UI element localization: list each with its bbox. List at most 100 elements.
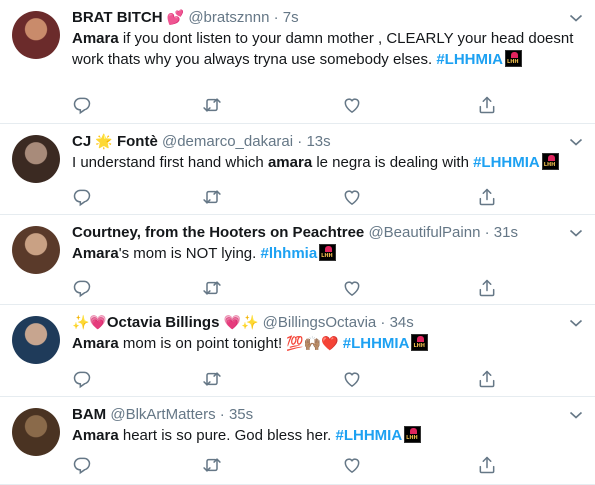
display-name[interactable]: BRAT BITCH bbox=[72, 9, 163, 26]
separator-dot: · bbox=[273, 9, 279, 26]
tweet-text: Amara heart is so pure. God bless her. #… bbox=[72, 425, 577, 446]
tweet-header: Courtney, from the Hooters on Peachtree … bbox=[72, 223, 518, 243]
badge-text: LHH bbox=[507, 59, 519, 65]
text-segment: Amara bbox=[72, 30, 119, 47]
text-segment: Amara bbox=[72, 427, 119, 444]
hashtag-link[interactable]: #lhhmia bbox=[260, 245, 317, 262]
timestamp[interactable]: 13s bbox=[306, 133, 330, 150]
heart-icon bbox=[417, 336, 425, 342]
hashtag-link[interactable]: #LHHMIA bbox=[343, 335, 410, 352]
user-handle[interactable]: @bratsznnn bbox=[188, 9, 269, 26]
like-icon[interactable] bbox=[342, 187, 362, 207]
avatar[interactable] bbox=[12, 316, 60, 364]
tweet-text: I understand first hand which amara le n… bbox=[72, 152, 577, 173]
share-icon[interactable] bbox=[477, 369, 497, 389]
tweet[interactable]: CJ 🌟 Fontè @demarco_dakarai · 13s I under… bbox=[0, 124, 595, 215]
like-icon[interactable] bbox=[342, 369, 362, 389]
tweet[interactable]: ✨💗Octavia Billings 💗✨ @BillingsOctavia ·… bbox=[0, 305, 595, 397]
hashtag-link[interactable]: #LHHMIA bbox=[436, 51, 503, 68]
timestamp[interactable]: 35s bbox=[229, 406, 253, 423]
retweet-icon[interactable] bbox=[202, 187, 222, 207]
timestamp[interactable]: 34s bbox=[390, 314, 414, 331]
tweet-actions bbox=[72, 278, 512, 298]
timestamp[interactable]: 7s bbox=[283, 9, 299, 26]
share-icon[interactable] bbox=[477, 187, 497, 207]
share-icon[interactable] bbox=[477, 455, 497, 475]
tweet-header: BAM @BlkArtMatters · 35s bbox=[72, 405, 253, 425]
like-icon[interactable] bbox=[342, 95, 362, 115]
name-emoji: ✨💗 bbox=[72, 315, 107, 331]
separator-dot: · bbox=[380, 314, 386, 331]
text-segment: amara bbox=[267, 154, 313, 171]
lhh-badge-icon: LHH bbox=[319, 244, 337, 261]
lhh-badge-icon: LHH bbox=[505, 50, 523, 67]
display-name[interactable]: BAM bbox=[72, 406, 106, 423]
name-emoji: 💗✨ bbox=[223, 315, 259, 331]
lhh-badge-icon: LHH bbox=[541, 153, 559, 170]
tweet-text: Amara mom is on point tonight! 💯🙌🏽❤️ #LH… bbox=[72, 333, 577, 355]
text-segment: le negra is dealing with bbox=[312, 154, 474, 171]
retweet-icon[interactable] bbox=[202, 278, 222, 298]
reply-icon[interactable] bbox=[72, 369, 92, 389]
separator-dot: · bbox=[219, 406, 225, 423]
share-icon[interactable] bbox=[477, 95, 497, 115]
reply-icon[interactable] bbox=[72, 187, 92, 207]
chevron-down-icon[interactable] bbox=[569, 225, 583, 237]
heart-icon bbox=[511, 52, 519, 58]
badge-text: LHH bbox=[321, 253, 333, 259]
hashtag-link[interactable]: #LHHMIA bbox=[473, 154, 540, 171]
tweet[interactable]: BRAT BITCH 💕 @bratsznnn · 7s Amara if you… bbox=[0, 0, 595, 124]
retweet-icon[interactable] bbox=[202, 455, 222, 475]
share-icon[interactable] bbox=[477, 278, 497, 298]
reply-icon[interactable] bbox=[72, 278, 92, 298]
chevron-down-icon[interactable] bbox=[569, 134, 583, 146]
tweet-text: Amara's mom is NOT lying. #lhhmia LHH bbox=[72, 243, 577, 264]
heart-icon bbox=[410, 428, 418, 434]
badge-text: LHH bbox=[413, 343, 425, 349]
chevron-down-icon[interactable] bbox=[569, 315, 583, 327]
retweet-icon[interactable] bbox=[202, 95, 222, 115]
text-segment: Amara bbox=[72, 335, 119, 352]
heart-icon bbox=[325, 246, 333, 252]
name-emoji: 🌟 bbox=[95, 134, 113, 150]
tweet-header: BRAT BITCH 💕 @bratsznnn · 7s bbox=[72, 8, 299, 28]
tweet-actions bbox=[72, 369, 512, 389]
chevron-down-icon[interactable] bbox=[569, 407, 583, 419]
tweet-actions bbox=[72, 95, 512, 115]
timestamp[interactable]: 31s bbox=[494, 224, 518, 241]
chevron-down-icon[interactable] bbox=[569, 10, 583, 22]
display-name-suffix[interactable]: Fontè bbox=[117, 133, 158, 150]
avatar[interactable] bbox=[12, 11, 60, 59]
hashtag-link[interactable]: #LHHMIA bbox=[336, 427, 403, 444]
avatar[interactable] bbox=[12, 226, 60, 274]
badge-text: LHH bbox=[543, 162, 556, 168]
display-name[interactable]: Octavia Billings bbox=[107, 314, 220, 331]
lhh-badge-icon: LHH bbox=[404, 426, 422, 443]
tweet-actions bbox=[72, 187, 512, 207]
lhh-badge-icon: LHH bbox=[411, 334, 429, 351]
user-handle[interactable]: @BeautifulPainn bbox=[368, 224, 480, 241]
separator-dot: · bbox=[484, 224, 490, 241]
display-name[interactable]: CJ bbox=[72, 133, 91, 150]
tweet-actions bbox=[72, 455, 512, 475]
tweet-header: CJ 🌟 Fontè @demarco_dakarai · 13s bbox=[72, 132, 331, 152]
tweet[interactable]: Courtney, from the Hooters on Peachtree … bbox=[0, 215, 595, 305]
retweet-icon[interactable] bbox=[202, 369, 222, 389]
text-segment: 's mom is NOT lying. bbox=[118, 245, 261, 262]
name-emoji: 💕 bbox=[166, 10, 185, 26]
display-name[interactable]: Courtney, from the Hooters on Peachtree bbox=[72, 224, 364, 241]
tweet-text: Amara if you dont listen to your damn mo… bbox=[72, 28, 577, 70]
text-segment: Amara bbox=[72, 245, 119, 262]
tweet[interactable]: BAM @BlkArtMatters · 35s Amara heart is s… bbox=[0, 397, 595, 485]
text-segment: heart is so pure. God bless her. bbox=[118, 427, 336, 444]
badge-text: LHH bbox=[406, 435, 418, 441]
user-handle[interactable]: @BillingsOctavia bbox=[263, 314, 377, 331]
reply-icon[interactable] bbox=[72, 455, 92, 475]
user-handle[interactable]: @demarco_dakarai bbox=[162, 133, 293, 150]
user-handle[interactable]: @BlkArtMatters bbox=[110, 406, 215, 423]
reply-icon[interactable] bbox=[72, 95, 92, 115]
like-icon[interactable] bbox=[342, 278, 362, 298]
like-icon[interactable] bbox=[342, 455, 362, 475]
avatar[interactable] bbox=[12, 135, 60, 183]
avatar[interactable] bbox=[12, 408, 60, 456]
